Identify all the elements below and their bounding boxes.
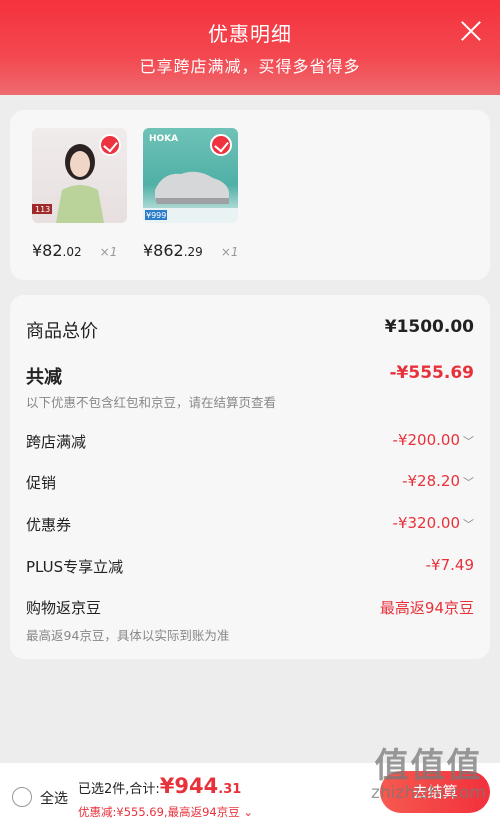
select-all-label[interactable]: 全选	[40, 788, 68, 808]
total-reduce-value: -¥555.69	[389, 363, 475, 383]
product-price: ¥82.02	[32, 241, 82, 260]
product-image[interactable]: 113	[32, 128, 127, 223]
discount-detail-card: 商品总价 ¥1500.00 共减 -¥555.69 以下优惠不包含红包和京豆，请…	[10, 295, 490, 659]
checked-icon[interactable]	[210, 134, 232, 156]
product-price: ¥862.29	[143, 241, 203, 260]
chevron-down-icon: ⌄	[239, 805, 254, 819]
product-price-row: ¥82.02 ×1	[32, 241, 142, 260]
chevron-down-icon: ﹀	[463, 476, 474, 489]
product-price-tag: ¥999	[146, 211, 167, 220]
reduce-note: 以下优惠不包含红包和京豆，请在结算页查看	[26, 395, 277, 410]
total-price-label: 商品总价	[26, 321, 98, 342]
product-badge: 113	[35, 205, 51, 214]
bottom-bar: 全选 已选2件,合计:¥944.31 优惠减:¥555.69,最高返94京豆 ⌄…	[0, 763, 500, 819]
product-qty: ×1	[99, 245, 118, 259]
cart-summary: 已选2件,合计:¥944.31	[78, 774, 242, 798]
product-item[interactable]: 113 ¥82.02 ×1	[32, 128, 127, 260]
page-subtitle: 已享跨店满减，买得多省得多	[139, 57, 361, 76]
total-price-value: ¥1500.00	[384, 317, 474, 337]
product-qty: ×1	[220, 245, 239, 259]
product-brand: HOKA	[149, 134, 179, 144]
product-list-card: 113 ¥82.02 ×1 HOKA ¥999 ¥862.29 ×1	[10, 110, 490, 280]
beans-label: 购物返京豆	[26, 599, 102, 617]
product-price-row: ¥862.29 ×1	[143, 241, 253, 260]
select-all-radio[interactable]	[12, 787, 32, 807]
beans-value: 最高返94京豆	[379, 599, 474, 617]
cart-total: ¥944.31	[159, 774, 242, 798]
chevron-down-icon: ﹀	[463, 435, 474, 448]
checkout-button[interactable]: 去结算	[380, 771, 490, 813]
page-title: 优惠明细	[208, 22, 292, 46]
beans-note: 最高返94京豆，具体以实际到账为准	[26, 628, 230, 643]
discount-summary[interactable]: 优惠减:¥555.69,最高返94京豆 ⌄	[78, 804, 253, 819]
checked-icon[interactable]	[99, 134, 121, 156]
product-image[interactable]: HOKA ¥999	[143, 128, 238, 223]
product-item[interactable]: HOKA ¥999 ¥862.29 ×1	[143, 128, 239, 260]
chevron-down-icon: ﹀	[463, 518, 474, 531]
total-reduce-label: 共减	[26, 367, 62, 388]
close-icon[interactable]	[458, 18, 484, 44]
header: 优惠明细 已享跨店满减，买得多省得多	[0, 0, 500, 95]
